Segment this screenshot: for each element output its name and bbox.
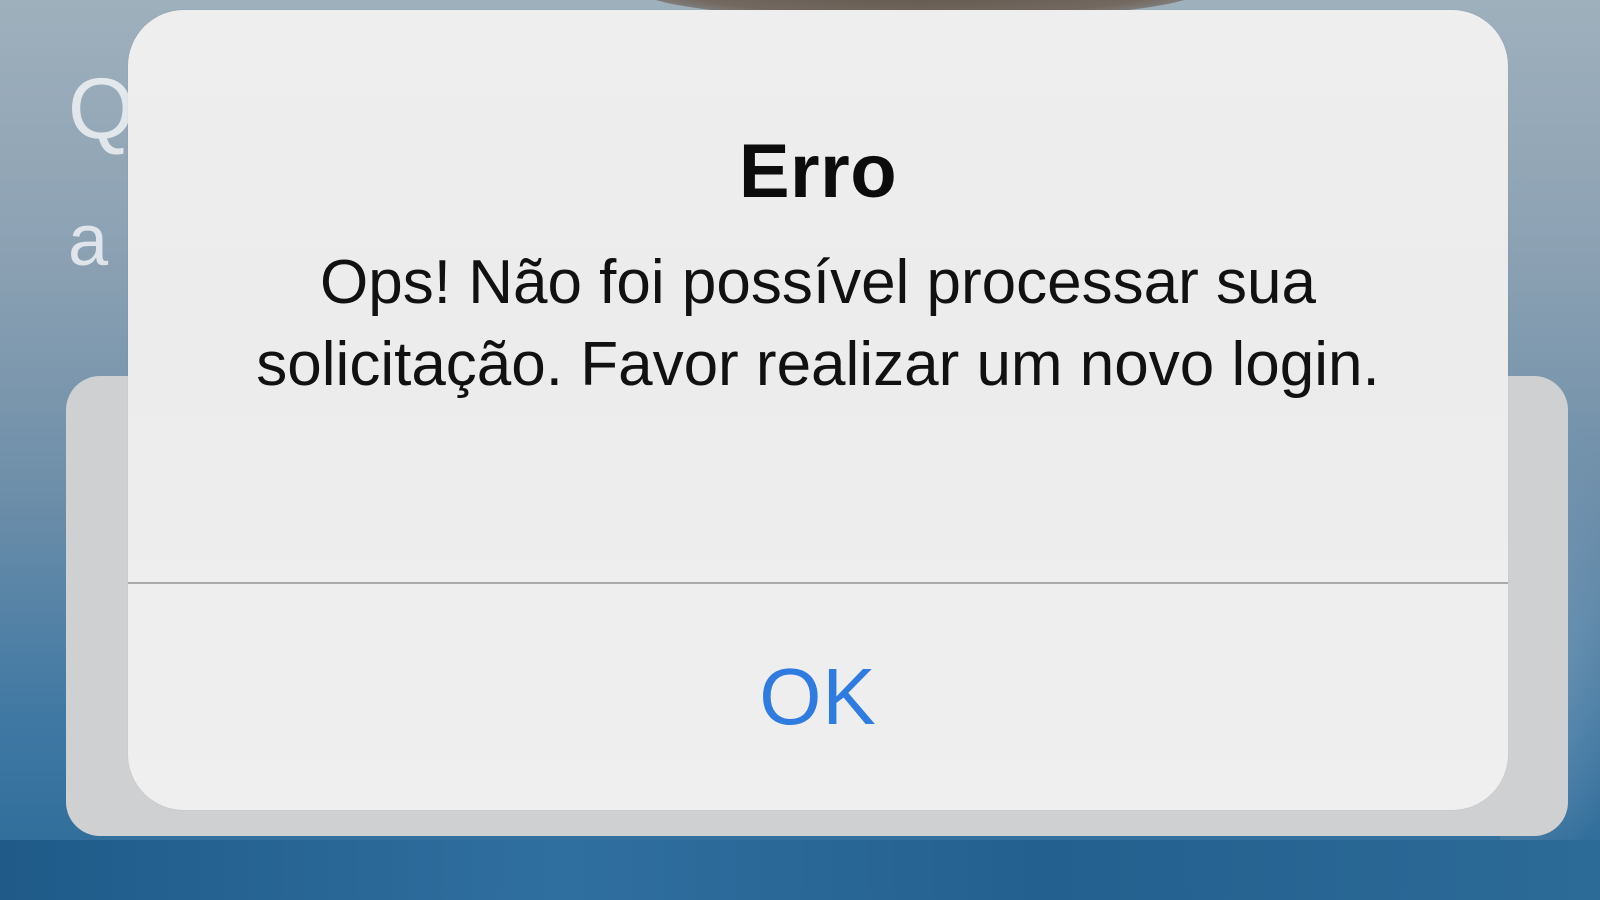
alert-content: Erro Ops! Não foi possível processar sua… bbox=[128, 10, 1508, 582]
background-footer bbox=[0, 840, 1600, 900]
alert-title: Erro bbox=[738, 129, 898, 214]
app-screen: Q a Erro Ops! Não foi possível processar… bbox=[0, 0, 1600, 900]
ok-button-label: OK bbox=[759, 652, 877, 741]
background-heading-text: Q bbox=[68, 61, 135, 157]
background-subtext: a bbox=[68, 201, 109, 281]
error-alert-dialog: Erro Ops! Não foi possível processar sua… bbox=[128, 10, 1508, 810]
alert-message: Ops! Não foi possível processar sua soli… bbox=[256, 248, 1380, 399]
ok-button[interactable]: OK bbox=[128, 584, 1508, 810]
